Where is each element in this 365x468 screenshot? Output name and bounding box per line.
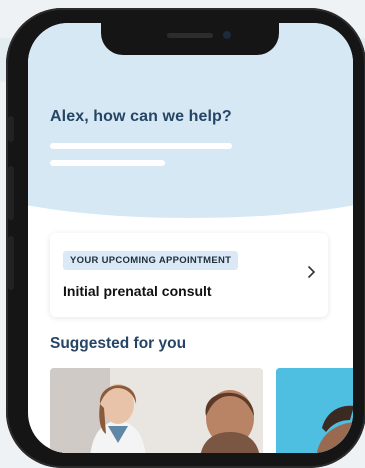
suggested-section-title: Suggested for you xyxy=(50,335,187,352)
placeholder-line xyxy=(50,143,232,149)
suggested-card-secondary[interactable] xyxy=(276,368,353,453)
upcoming-appointment-card[interactable]: YOUR UPCOMING APPOINTMENT Initial prenat… xyxy=(50,233,328,317)
placeholder-line xyxy=(50,160,165,166)
doctor-consult-photo xyxy=(50,368,263,453)
secondary-photo xyxy=(276,368,353,453)
suggested-card-doctor-consult[interactable] xyxy=(50,368,263,453)
front-camera-icon xyxy=(223,31,231,39)
chevron-right-icon[interactable] xyxy=(307,265,316,284)
mute-switch xyxy=(8,116,14,142)
appointment-title: Initial prenatal consult xyxy=(63,283,212,299)
phone-screen: Alex, how can we help? YOUR UPCOMING APP… xyxy=(28,23,353,453)
chevron-right-icon xyxy=(307,265,316,279)
speaker-grille xyxy=(167,33,213,38)
appointment-badge: YOUR UPCOMING APPOINTMENT xyxy=(63,251,239,270)
volume-up-button xyxy=(8,166,14,220)
greeting-heading: Alex, how can we help? xyxy=(50,108,232,125)
volume-down-button xyxy=(8,236,14,290)
phone-notch xyxy=(101,23,279,55)
